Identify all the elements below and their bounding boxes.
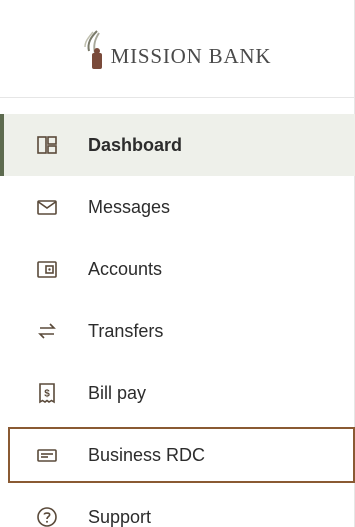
nav-item-business-rdc[interactable]: Business RDC bbox=[8, 427, 355, 483]
bill-dollar-icon: $ bbox=[36, 382, 58, 404]
envelope-icon bbox=[36, 196, 58, 218]
logo-area: MISSION BANK bbox=[0, 0, 354, 98]
nav-item-label: Transfers bbox=[88, 320, 164, 341]
question-circle-icon bbox=[36, 506, 58, 527]
main-nav: Dashboard Messages Accounts Transfers $ … bbox=[0, 114, 355, 527]
nav-item-label: Bill pay bbox=[88, 382, 147, 403]
transfer-arrows-icon bbox=[36, 320, 58, 342]
nav-item-messages[interactable]: Messages bbox=[0, 176, 355, 238]
nav-item-transfers[interactable]: Transfers bbox=[0, 300, 355, 362]
nav-item-label: Dashboard bbox=[88, 134, 183, 155]
nav-item-label: Accounts bbox=[88, 258, 163, 279]
check-deposit-icon bbox=[36, 444, 58, 466]
bank-logo-icon bbox=[83, 29, 102, 69]
nav-item-support[interactable]: Support bbox=[0, 486, 355, 527]
sidebar: MISSION BANK Dashboard Messages Accounts… bbox=[0, 0, 355, 527]
nav-item-bill-pay[interactable]: $ Bill pay bbox=[0, 362, 355, 424]
wallet-icon bbox=[36, 258, 58, 280]
svg-text:$: $ bbox=[44, 389, 50, 400]
nav-item-accounts[interactable]: Accounts bbox=[0, 238, 355, 300]
bank-logo[interactable]: MISSION BANK bbox=[83, 29, 272, 69]
bank-name: MISSION BANK bbox=[110, 43, 272, 68]
dashboard-icon bbox=[36, 134, 58, 156]
nav-item-label: Messages bbox=[88, 196, 171, 217]
nav-item-label: Support bbox=[88, 506, 152, 527]
nav-item-dashboard[interactable]: Dashboard bbox=[0, 114, 355, 176]
nav-item-label: Business RDC bbox=[88, 444, 206, 465]
